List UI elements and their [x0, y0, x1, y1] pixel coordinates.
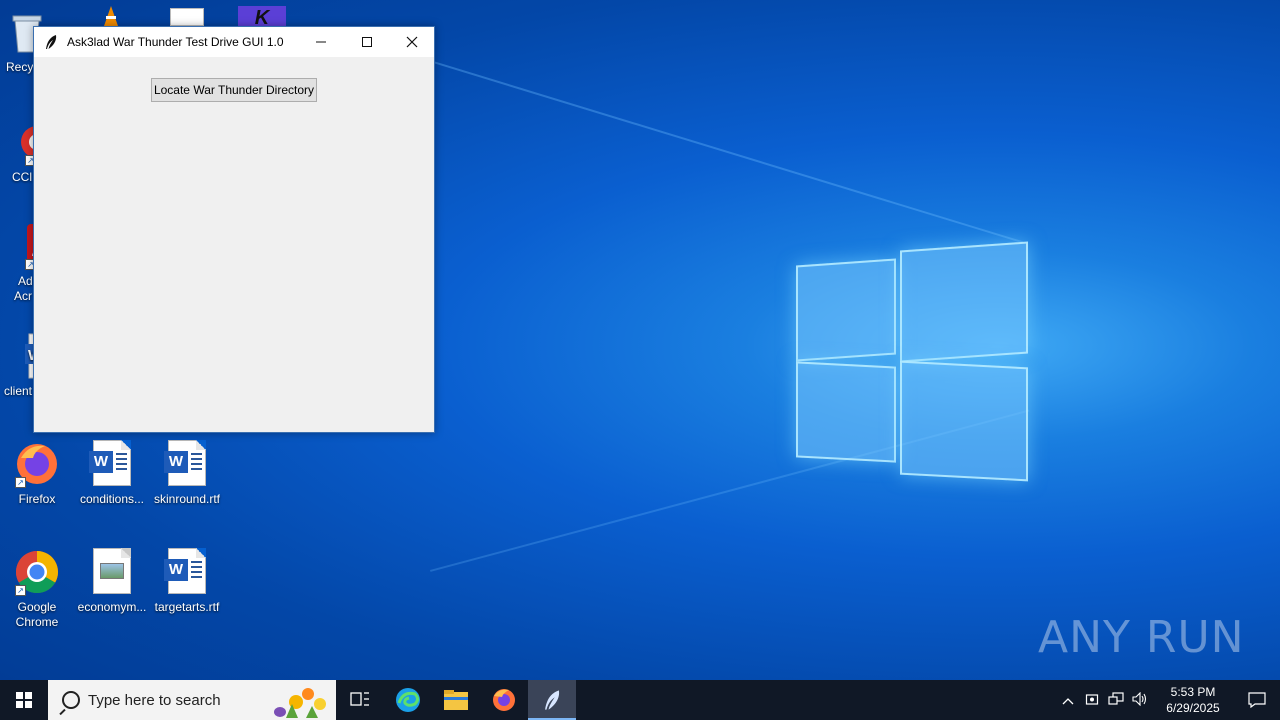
- shortcut-arrow-icon: ↗: [15, 585, 26, 596]
- desktop-icon-label: conditions...: [79, 492, 145, 506]
- file-explorer-icon: [444, 690, 468, 710]
- edge-icon: [396, 688, 420, 712]
- volume-icon[interactable]: [1128, 691, 1152, 709]
- word-document-icon: W: [88, 440, 136, 488]
- search-placeholder: Type here to search: [88, 691, 221, 709]
- desktop-icon-label: Firefox: [18, 492, 56, 506]
- close-icon: [406, 36, 418, 48]
- minimize-button[interactable]: [298, 27, 344, 57]
- feather-icon: [43, 34, 59, 50]
- minimize-icon: [316, 41, 326, 43]
- maximize-button[interactable]: [344, 27, 390, 57]
- window-titlebar[interactable]: Ask3lad War Thunder Test Drive GUI 1.0: [34, 27, 434, 57]
- taskbar: Type here to search 5:53 PM 6/29/2025: [0, 680, 1280, 720]
- taskbar-firefox[interactable]: [480, 680, 528, 720]
- desktop-icon-google-chrome[interactable]: ↗ Google Chrome: [0, 548, 74, 630]
- system-tray: 5:53 PM 6/29/2025: [1056, 680, 1280, 720]
- locate-directory-button[interactable]: Locate War Thunder Directory: [151, 78, 317, 102]
- desktop-icon-label-line2: Chrome: [15, 615, 59, 629]
- firefox-icon: ↗: [13, 440, 61, 488]
- desktop-icon-partial-doc[interactable]: [170, 8, 204, 26]
- notifications-button[interactable]: [1234, 680, 1280, 720]
- taskbar-search-box[interactable]: Type here to search: [48, 680, 336, 720]
- clock-date: 6/29/2025: [1166, 701, 1220, 715]
- desktop-icon-economym-file[interactable]: economym...: [75, 548, 149, 615]
- anyrun-watermark: ANY RUN: [1038, 612, 1245, 663]
- vlc-icon: [104, 6, 118, 26]
- desktop-icon-partial-vlc[interactable]: [98, 4, 124, 26]
- desktop-icon-partial-k[interactable]: K: [238, 6, 286, 26]
- task-view-button[interactable]: [336, 680, 384, 720]
- taskbar-clock[interactable]: 5:53 PM 6/29/2025: [1152, 684, 1234, 716]
- watermark-text: ANY RUN: [1038, 612, 1245, 663]
- shortcut-arrow-icon: ↗: [15, 477, 26, 488]
- chevron-up-icon[interactable]: [1056, 693, 1080, 708]
- windows-start-icon: [16, 692, 32, 708]
- search-icon: [62, 691, 80, 709]
- clock-time: 5:53 PM: [1170, 685, 1216, 699]
- desktop-icon-skinround-doc[interactable]: W skinround.rtf: [150, 440, 224, 507]
- desktop-icon-label: skinround.rtf: [153, 492, 221, 506]
- window-title: Ask3lad War Thunder Test Drive GUI 1.0: [67, 35, 284, 49]
- desktop-icon-label: Google: [17, 600, 57, 614]
- k-app-icon: K: [254, 7, 270, 26]
- maximize-icon: [362, 37, 372, 47]
- desktop-icon-label: economym...: [77, 600, 147, 614]
- desktop-icon-label: targetarts.rtf: [154, 600, 220, 614]
- notification-icon: [1248, 692, 1266, 708]
- taskbar-feather-app[interactable]: [528, 680, 576, 720]
- task-view-icon: [350, 692, 369, 706]
- taskbar-file-explorer[interactable]: [432, 680, 480, 720]
- word-document-icon: W: [163, 440, 211, 488]
- windows-logo-wallpaper: [796, 241, 1030, 482]
- close-button[interactable]: [389, 27, 435, 57]
- chrome-icon: ↗: [13, 548, 61, 596]
- taskbar-edge[interactable]: [384, 680, 432, 720]
- firefox-icon: [493, 689, 515, 711]
- desktop-icon-conditions-doc[interactable]: W conditions...: [75, 440, 149, 507]
- feather-app-icon: [545, 690, 560, 710]
- light-beam: [429, 60, 1023, 244]
- start-button[interactable]: [0, 680, 48, 720]
- app-window: Ask3lad War Thunder Test Drive GUI 1.0 L…: [33, 26, 435, 433]
- search-highlight-flowers-icon: [274, 688, 326, 718]
- image-file-icon: [88, 548, 136, 596]
- network-icon[interactable]: [1104, 691, 1128, 709]
- word-document-icon: W: [163, 548, 211, 596]
- desktop-icon-targetarts-doc[interactable]: W targetarts.rtf: [150, 548, 224, 615]
- desktop-icon-firefox[interactable]: ↗ Firefox: [0, 440, 74, 507]
- meet-now-icon[interactable]: [1080, 692, 1104, 709]
